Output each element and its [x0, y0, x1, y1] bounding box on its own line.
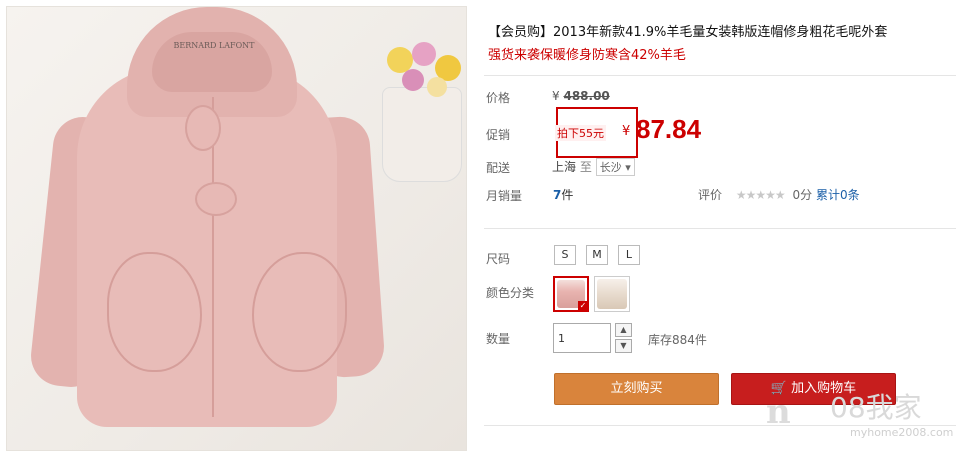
promo-price: 87.84 [636, 114, 702, 144]
price-label: 价格 [486, 91, 511, 105]
selected-check-icon: ✓ [578, 301, 588, 311]
divider [484, 228, 956, 229]
promo-label: 促销 [486, 128, 511, 142]
watermark-url: myhome2008.com [850, 426, 954, 439]
flower [412, 42, 436, 66]
original-price-value: 488.00 [563, 89, 610, 103]
monthly-sales-label: 月销量 [486, 189, 523, 203]
star-rating-icon: ★★★★★ [735, 188, 786, 202]
stock-count: 库存884件 [648, 333, 707, 347]
coat-button [185, 105, 221, 151]
product-info-panel: 【会员购】2013年新款41.9%羊毛量女装韩版连帽修身粗花毛呢外套 强货来袭保… [476, 0, 961, 451]
promo-currency-symbol: ¥ [622, 124, 631, 139]
product-title: 【会员购】2013年新款41.9%羊毛量女装韩版连帽修身粗花毛呢外套 [488, 25, 888, 40]
watermark-logo: n [766, 392, 791, 432]
sales-unit: 件 [561, 188, 574, 202]
buy-now-button[interactable]: 立刻购买 [554, 373, 719, 405]
color-thumbnail [597, 279, 627, 309]
flower [427, 77, 447, 97]
quantity-input[interactable] [553, 323, 611, 353]
size-option-l[interactable]: L [618, 245, 640, 265]
product-photo: BERNARD LAFONT [6, 6, 467, 451]
flower [402, 69, 424, 91]
size-option-s[interactable]: S [554, 245, 576, 265]
watermark-text: 08我家 [830, 391, 922, 424]
monthly-sales: 7件 [553, 186, 573, 203]
garment-label: BERNARD LAFONT [173, 41, 255, 50]
color-swatch-beige[interactable] [594, 276, 630, 312]
coat-pocket [252, 252, 347, 372]
quantity-decrement-button[interactable]: ▼ [615, 339, 632, 353]
color-label: 颜色分类 [486, 286, 535, 300]
rating: 评价 ★★★★★ 0分 累计0条 [698, 186, 860, 203]
color-swatch-pink[interactable]: ✓ [553, 276, 589, 312]
shipping-destination-select[interactable]: 长沙 ▾ [595, 158, 635, 176]
watermark: n 08我家 myhome2008.com [766, 386, 956, 446]
promo-tag: 拍下55元 [555, 125, 606, 141]
shipping-info: 上海 至 长沙 ▾ [552, 158, 635, 176]
rating-score: 0分 [792, 188, 813, 202]
coat-button [195, 182, 237, 216]
size-option-m[interactable]: M [586, 245, 608, 265]
chevron-down-icon: ▾ [625, 161, 631, 174]
divider [484, 75, 956, 76]
shipping-destination: 长沙 [599, 161, 622, 174]
original-price: ¥ 488.00 [552, 89, 610, 103]
product-subtitle: 强货来袭保暖修身防寒含42%羊毛 [488, 48, 686, 63]
shipping-origin: 上海 [552, 160, 577, 174]
quantity-label: 数量 [486, 332, 511, 346]
rating-label: 评价 [698, 188, 723, 202]
shipping-to: 至 [579, 160, 592, 174]
size-label: 尺码 [486, 252, 511, 266]
coat-pocket [107, 252, 202, 372]
review-count-link[interactable]: 累计0条 [816, 188, 860, 202]
currency-symbol: ¥ [552, 89, 560, 103]
quantity-increment-button[interactable]: ▲ [615, 323, 632, 337]
shipping-label: 配送 [486, 161, 511, 175]
flower-pot [382, 87, 462, 182]
